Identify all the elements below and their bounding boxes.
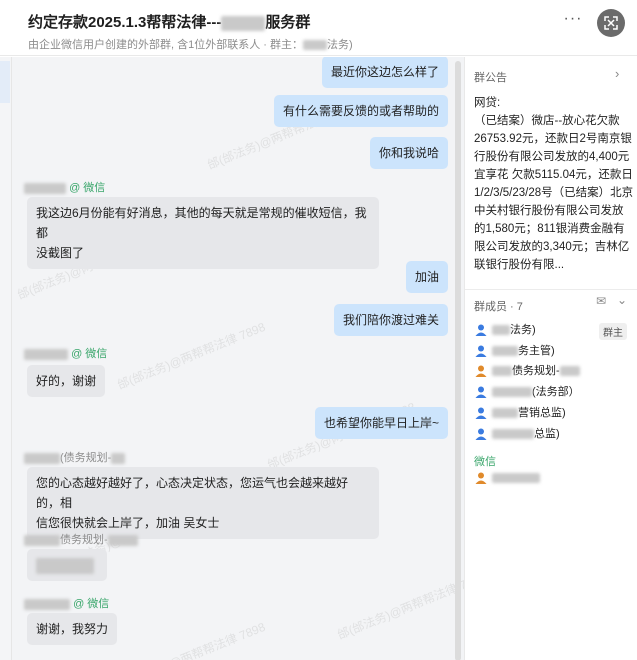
close-button[interactable] (597, 9, 625, 37)
incoming-message[interactable]: 您的心态越好越好了，心态决定状态，您运气也会越来越好的，相 信您很快就会上岸了，… (27, 467, 379, 539)
more-options-button[interactable]: ··· (562, 11, 584, 32)
member-item[interactable]: (法务部） (474, 383, 580, 401)
group-announcement[interactable]: 网贷: （已结案）微店--放心花欠款26753.92元，还款日2号南京银行股份有… (474, 94, 634, 274)
member-item[interactable]: 债务规划- (474, 362, 580, 380)
message-sender: (债务规划- (24, 449, 126, 465)
user-icon (475, 386, 487, 399)
outgoing-message[interactable]: 有什么需要反馈的或者帮助的 (273, 95, 448, 127)
member-item[interactable]: 法务) (474, 321, 536, 339)
wechat-member-item[interactable] (474, 471, 540, 489)
user-icon (475, 472, 487, 484)
watermark: 邰(邰法务)@两帮帮法律 7898 (115, 319, 268, 393)
message-icon[interactable]: ✉ (596, 294, 606, 308)
group-title: 约定存款2025.1.3帮帮法律--- 服务群 (28, 14, 311, 31)
collapse-icon (604, 16, 618, 30)
incoming-message[interactable]: 好的，谢谢 (27, 365, 106, 397)
outgoing-message[interactable]: 你和我说哈 (369, 137, 448, 169)
chevron-down-icon[interactable]: ⌄ (617, 293, 627, 307)
incoming-image-message[interactable] (27, 549, 107, 581)
announcement-title[interactable]: 群公告 (474, 69, 507, 85)
user-icon (475, 428, 487, 441)
watermark: 邰(邰法务)@两帮帮法律 7898 (335, 570, 464, 643)
group-info-panel: 群公告 › 网贷: （已结案）微店--放心花欠款26753.92元，还款日2号南… (464, 57, 637, 660)
wechat-section-label: 微信 (474, 456, 496, 468)
message-list[interactable]: 邰(邰法务)@两帮帮法律 7898 邰(邰法务)@两帮帮法律 7898 邰(邰法… (12, 57, 464, 660)
incoming-message[interactable]: 我这边6月份能有好消息，其他的每天就是常规的催收短信，我都 没截图了 (27, 197, 379, 269)
outgoing-message[interactable]: 我们陪你渡过难关 (333, 304, 448, 336)
chevron-right-icon[interactable]: › (615, 66, 619, 81)
message-sender: @ 微信 (24, 595, 109, 611)
outgoing-message[interactable]: 加油 (405, 261, 448, 293)
divider (465, 289, 637, 290)
members-title: 群成员 · 7 (474, 301, 523, 313)
outgoing-message[interactable]: 最近你这边怎么样了 (321, 57, 448, 88)
user-icon (475, 407, 487, 420)
outgoing-message[interactable]: 也希望你能早日上岸~ (314, 407, 448, 439)
user-icon (475, 324, 487, 337)
member-item[interactable]: 务主管) (474, 342, 555, 360)
scrollbar-thumb[interactable] (455, 61, 461, 660)
left-nav-strip (0, 57, 12, 660)
message-sender: @ 微信 (24, 179, 105, 195)
chat-header: 约定存款2025.1.3帮帮法律--- 服务群 由企业微信用户创建的外部群, 含1… (0, 0, 637, 56)
active-chat-marker (0, 61, 10, 103)
incoming-message[interactable]: 谢谢，我努力 (27, 613, 118, 645)
member-item[interactable]: 营销总监) (474, 404, 566, 422)
chat-scrollbar[interactable] (454, 57, 462, 660)
message-sender: 债务规划- (24, 531, 138, 547)
member-item[interactable]: 总监) (474, 425, 560, 443)
user-icon (475, 345, 487, 358)
user-icon (475, 365, 487, 378)
owner-badge: 群主 (599, 323, 627, 340)
watermark: 邰(邰法务)@两帮帮法律 7898 (115, 619, 268, 660)
message-sender: @ 微信 (24, 345, 107, 361)
group-subtitle: 由企业微信用户创建的外部群, 含1位外部联系人 · 群主： 法务) (28, 39, 353, 51)
